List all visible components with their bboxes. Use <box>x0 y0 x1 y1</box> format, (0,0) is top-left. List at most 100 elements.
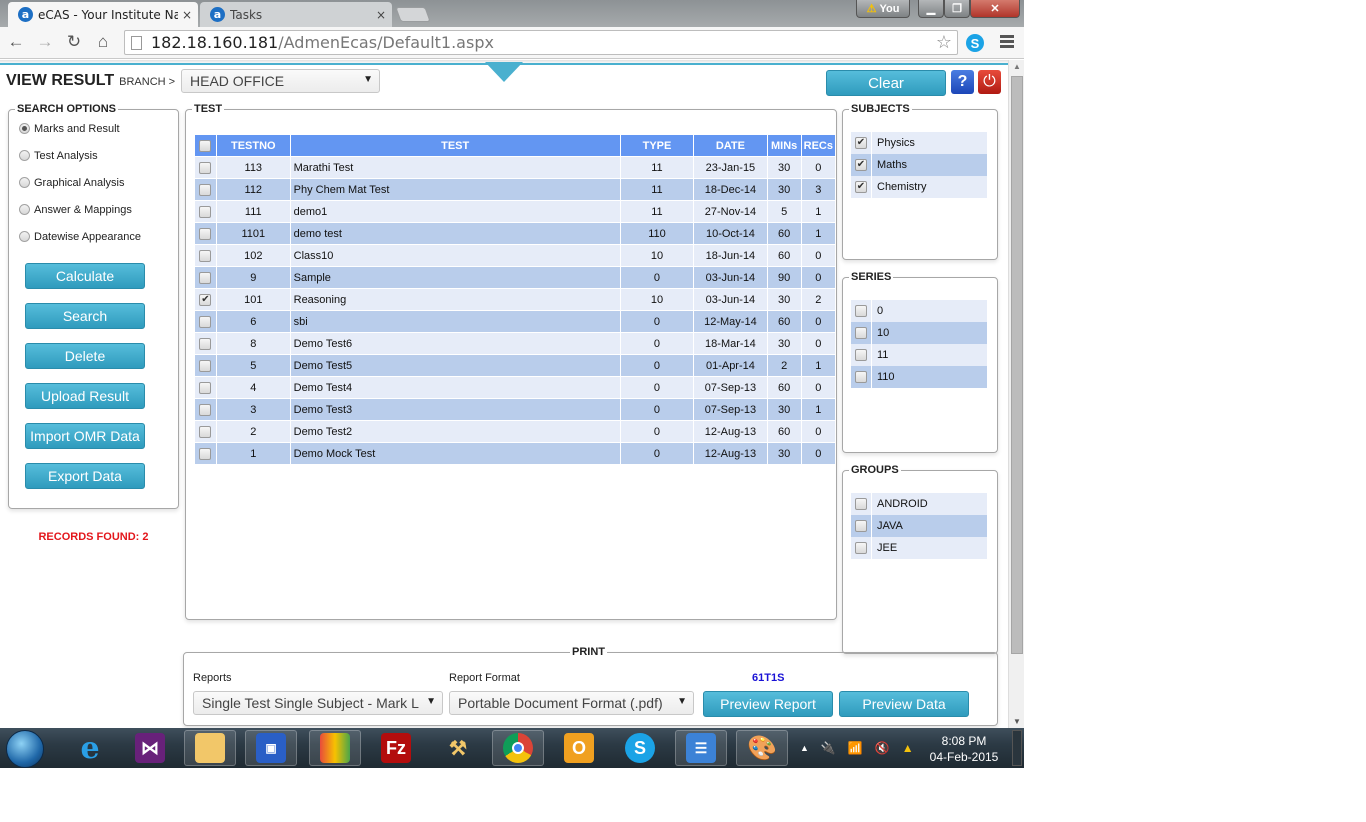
page-scrollbar[interactable]: ▲ ▼ <box>1008 60 1024 728</box>
row-checkbox[interactable] <box>199 337 212 350</box>
calculate-button[interactable]: Calculate <box>25 263 145 289</box>
series-checkbox[interactable] <box>855 371 867 383</box>
paint-icon[interactable]: 🎨 <box>736 730 788 766</box>
subjects-checkbox[interactable]: ✔ <box>855 137 867 149</box>
col-type[interactable]: TYPE <box>620 135 694 156</box>
row-checkbox[interactable] <box>199 447 212 460</box>
delete-button[interactable]: Delete <box>25 343 145 369</box>
help-icon[interactable]: ? <box>951 70 974 94</box>
new-tab-button[interactable] <box>395 7 431 22</box>
table-row[interactable]: 112 Phy Chem Mat Test 11 18-Dec-14 30 3 <box>195 179 835 200</box>
table-row[interactable]: 9 Sample 0 03-Jun-14 90 0 <box>195 267 835 288</box>
profile-button[interactable]: ⚠ You <box>856 0 910 18</box>
row-checkbox[interactable] <box>199 359 212 372</box>
series-item[interactable]: 110 <box>851 366 987 388</box>
series-item[interactable]: 11 <box>851 344 987 366</box>
table-row[interactable]: 1 Demo Mock Test 0 12-Aug-13 30 0 <box>195 443 835 464</box>
app-generic-icon[interactable] <box>309 730 361 766</box>
groups-item[interactable]: JAVA <box>851 515 987 537</box>
series-checkbox[interactable] <box>855 349 867 361</box>
window-close-button[interactable]: ✕ <box>970 0 1020 18</box>
table-row[interactable]: 2 Demo Test2 0 12-Aug-13 60 0 <box>195 421 835 442</box>
tools-icon[interactable]: ⚒ <box>432 730 484 766</box>
subjects-item[interactable]: ✔ Physics <box>851 132 987 154</box>
select-all-checkbox[interactable] <box>199 139 212 152</box>
table-row[interactable]: 113 Marathi Test 11 23-Jan-15 30 0 <box>195 157 835 178</box>
remote-desktop-icon[interactable]: ▣ <box>245 730 297 766</box>
radio-button[interactable] <box>19 150 30 161</box>
series-item[interactable]: 0 <box>851 300 987 322</box>
forward-icon[interactable]: → <box>35 32 55 52</box>
tab-tasks[interactable]: a Tasks × <box>200 2 392 27</box>
subjects-item[interactable]: ✔ Maths <box>851 154 987 176</box>
row-checkbox[interactable] <box>199 227 212 240</box>
row-checkbox[interactable] <box>199 161 212 174</box>
minimize-button[interactable]: ▁ <box>918 0 944 18</box>
skype-extension-icon[interactable]: S <box>966 34 984 52</box>
search-option-radio[interactable]: Graphical Analysis <box>9 169 178 196</box>
tab-close-icon[interactable]: × <box>182 8 192 22</box>
outlook-icon[interactable]: O <box>553 730 605 766</box>
table-row[interactable]: 111 demo1 11 27-Nov-14 5 1 <box>195 201 835 222</box>
row-checkbox[interactable] <box>199 381 212 394</box>
home-icon[interactable]: ⌂ <box>93 32 113 52</box>
row-checkbox[interactable] <box>199 271 212 284</box>
col-date[interactable]: DATE <box>694 135 767 156</box>
bookmark-star-icon[interactable]: ☆ <box>936 32 952 53</box>
series-checkbox[interactable] <box>855 305 867 317</box>
radio-button[interactable] <box>19 231 30 242</box>
col-mins[interactable]: MINs <box>767 135 801 156</box>
volume-muted-icon[interactable]: 🔇 <box>875 741 890 755</box>
groups-checkbox[interactable] <box>855 498 867 510</box>
row-checkbox[interactable] <box>199 425 212 438</box>
table-row[interactable]: ✔ 101 Reasoning 10 03-Jun-14 30 2 <box>195 289 835 310</box>
table-row[interactable]: 3 Demo Test3 0 07-Sep-13 30 1 <box>195 399 835 420</box>
system-clock[interactable]: 8:08 PM 04-Feb-2015 <box>928 733 1000 765</box>
tab-ecas[interactable]: a eCAS - Your Institute Nam × <box>8 2 198 27</box>
radio-button[interactable] <box>19 123 30 134</box>
groups-item[interactable]: JEE <box>851 537 987 559</box>
table-row[interactable]: 4 Demo Test4 0 07-Sep-13 60 0 <box>195 377 835 398</box>
radio-button[interactable] <box>19 204 30 215</box>
series-item[interactable]: 10 <box>851 322 987 344</box>
back-icon[interactable]: ← <box>6 32 26 52</box>
show-hidden-icons-icon[interactable]: ▲ <box>800 743 809 753</box>
report-format-select[interactable]: Portable Document Format (.pdf) ▼ <box>449 691 694 715</box>
row-checkbox[interactable] <box>199 205 212 218</box>
preview-data-button[interactable]: Preview Data <box>839 691 969 717</box>
reports-select[interactable]: Single Test Single Subject - Mark L ▼ <box>193 691 443 715</box>
scroll-up-icon[interactable]: ▲ <box>1013 62 1021 71</box>
power-plug-icon[interactable]: 🔌 <box>821 741 836 755</box>
internet-explorer-icon[interactable]: e <box>64 730 116 766</box>
maximize-button[interactable]: ❐ <box>944 0 970 18</box>
google-drive-icon[interactable]: ▲ <box>902 741 914 755</box>
groups-item[interactable]: ANDROID <box>851 493 987 515</box>
control-panel-icon[interactable]: ☰ <box>675 730 727 766</box>
upload-result-button[interactable]: Upload Result <box>25 383 145 409</box>
table-row[interactable]: 102 Class10 10 18-Jun-14 60 0 <box>195 245 835 266</box>
row-checkbox[interactable] <box>199 403 212 416</box>
search-option-radio[interactable]: Test Analysis <box>9 142 178 169</box>
groups-checkbox[interactable] <box>855 542 867 554</box>
reload-icon[interactable]: ↻ <box>64 32 84 52</box>
export-data-button[interactable]: Export Data <box>25 463 145 489</box>
network-signal-icon[interactable]: 📶 <box>848 741 863 755</box>
search-button[interactable]: Search <box>25 303 145 329</box>
filezilla-icon[interactable]: Fz <box>370 730 422 766</box>
address-bar[interactable]: 182.18.160.181/AdmenEcas/Default1.aspx ☆ <box>124 30 958 55</box>
subjects-checkbox[interactable]: ✔ <box>855 181 867 193</box>
menu-icon[interactable] <box>1000 35 1014 49</box>
row-checkbox[interactable] <box>199 183 212 196</box>
start-button-icon[interactable] <box>6 730 44 768</box>
search-option-radio[interactable]: Marks and Result <box>9 115 178 142</box>
chrome-icon[interactable] <box>492 730 544 766</box>
tab-close-icon[interactable]: × <box>376 8 386 22</box>
col-recs[interactable]: RECs <box>801 135 835 156</box>
row-checkbox[interactable] <box>199 249 212 262</box>
show-desktop-button[interactable] <box>1012 730 1022 766</box>
select-all-header[interactable] <box>195 135 216 156</box>
radio-button[interactable] <box>19 177 30 188</box>
file-explorer-icon[interactable] <box>184 730 236 766</box>
search-option-radio[interactable]: Answer & Mappings <box>9 196 178 223</box>
collapse-toggle-icon[interactable] <box>485 62 523 82</box>
